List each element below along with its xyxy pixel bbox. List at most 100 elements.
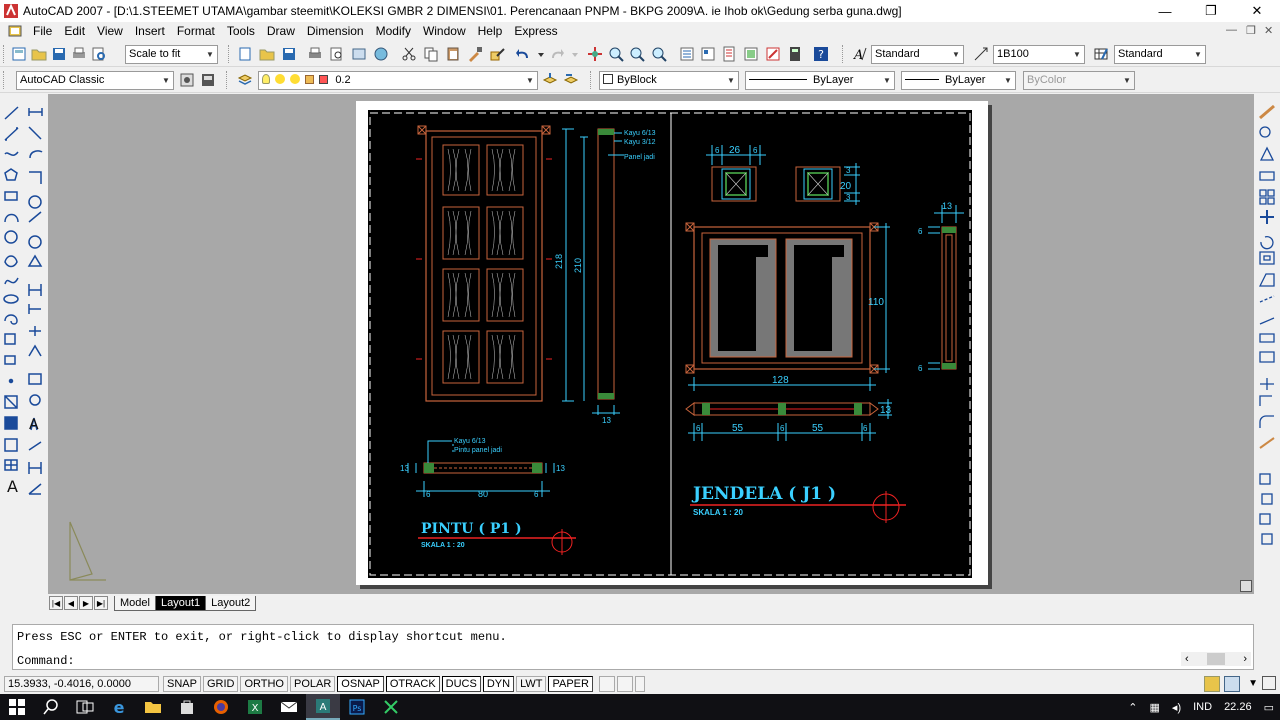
zoom-realtime-icon[interactable] (607, 45, 625, 63)
hatch-icon[interactable] (4, 395, 18, 409)
properties-icon[interactable] (678, 45, 696, 63)
zoom-previous-icon[interactable] (650, 45, 668, 63)
menu-modify[interactable]: Modify (370, 22, 417, 40)
ordinate-dimension-icon[interactable] (29, 171, 42, 184)
scale-icon[interactable] (1259, 251, 1275, 265)
quick-leader-icon[interactable] (28, 344, 42, 357)
tolerance-icon[interactable] (28, 373, 42, 385)
bring-above-icon[interactable] (1261, 533, 1273, 545)
open-folder-icon[interactable] (258, 45, 276, 63)
layer-previous-icon[interactable] (562, 71, 580, 89)
revision-cloud-icon[interactable] (4, 255, 18, 268)
pan-icon[interactable] (586, 45, 604, 63)
dimension-update-icon[interactable] (28, 462, 42, 474)
firefox-icon[interactable] (204, 694, 238, 720)
menu-express[interactable]: Express (508, 22, 563, 40)
lwt-toggle[interactable]: LWT (516, 676, 547, 692)
qnew-icon[interactable] (10, 45, 28, 63)
quickcalc-icon[interactable] (786, 45, 804, 63)
snap-toggle[interactable]: SNAP (163, 676, 201, 692)
toolbar-grip[interactable] (226, 71, 229, 89)
toolbar-grip[interactable] (228, 45, 231, 63)
drawing-canvas[interactable]: 218 210 13 Kayu 6/13 Kayu 3/12 Panel jad… (48, 94, 1254, 594)
ortho-toggle[interactable]: ORTHO (240, 676, 288, 692)
cut-icon[interactable] (400, 45, 418, 63)
fillet-icon[interactable] (1259, 415, 1274, 428)
toolbar-grip[interactable] (590, 71, 593, 89)
sheet-set-manager-icon[interactable] (742, 45, 760, 63)
zoom-scale-select[interactable]: Scale to fit ▼ (125, 45, 218, 64)
menu-file[interactable]: File (27, 22, 58, 40)
region-icon[interactable] (4, 438, 18, 452)
markup-set-icon[interactable] (764, 45, 782, 63)
3d-dwf-icon[interactable] (372, 45, 390, 63)
redo-icon[interactable] (548, 45, 566, 63)
doc-close-icon[interactable]: ✕ (1264, 24, 1273, 37)
clean-screen-icon[interactable] (1262, 676, 1276, 690)
erase-icon[interactable] (1259, 104, 1275, 120)
quick-dimension-icon[interactable] (28, 284, 42, 296)
scroll-thumb[interactable] (1207, 653, 1225, 665)
draw-order-icon[interactable] (1259, 473, 1271, 485)
store-icon[interactable] (170, 694, 204, 720)
workspace-save-icon[interactable] (199, 71, 217, 89)
toolbar-grip[interactable] (3, 45, 6, 63)
toolbar-grip[interactable] (3, 71, 6, 89)
ducs-toggle[interactable]: DUCS (441, 676, 481, 692)
menu-draw[interactable]: Draw (261, 22, 301, 40)
menu-window[interactable]: Window (417, 22, 472, 40)
save-icon[interactable] (50, 45, 68, 63)
spline-icon[interactable] (4, 277, 19, 285)
keyboard-language[interactable]: IND (1193, 701, 1212, 713)
angular-dimension-icon[interactable] (27, 254, 43, 267)
new-icon[interactable] (236, 45, 254, 63)
redo-dropdown-icon[interactable] (566, 45, 584, 63)
paper-toggle[interactable]: PAPER (548, 676, 593, 692)
polar-toggle[interactable]: POLAR (290, 676, 336, 692)
status-menu-icon[interactable]: ▼ (1248, 678, 1258, 689)
match-properties-icon[interactable] (466, 45, 484, 63)
mail-icon[interactable] (272, 694, 306, 720)
menu-tools[interactable]: Tools (221, 22, 261, 40)
linetype-select[interactable]: ByLayer ▼ (745, 71, 895, 90)
layer-select[interactable]: 0.2 ▼ (258, 71, 538, 90)
viewport-scale-icon[interactable] (616, 676, 633, 692)
ellipse-arc-icon[interactable] (4, 314, 18, 325)
paste-icon[interactable] (444, 45, 462, 63)
copy-icon[interactable] (422, 45, 440, 63)
publish-icon[interactable] (350, 45, 368, 63)
offset-icon[interactable] (1259, 171, 1275, 181)
network-icon[interactable]: ▦ (1150, 701, 1160, 714)
point-icon[interactable] (8, 378, 14, 384)
radius-dimension-icon[interactable] (28, 195, 42, 209)
volume-icon[interactable]: ◂) (1172, 701, 1181, 714)
arc-icon[interactable] (4, 213, 19, 223)
workspace-settings-icon[interactable] (178, 71, 196, 89)
dimension-style-icon[interactable] (972, 45, 990, 63)
ellipse-icon[interactable] (3, 294, 19, 304)
menu-edit[interactable]: Edit (58, 22, 91, 40)
break-at-point-icon[interactable] (1259, 333, 1275, 343)
menu-view[interactable]: View (91, 22, 129, 40)
jogged-dimension-icon[interactable] (28, 211, 42, 223)
toolbar-lock-icon[interactable] (1224, 676, 1240, 692)
rotate-icon[interactable] (1260, 236, 1274, 250)
diameter-dimension-icon[interactable] (28, 235, 42, 249)
close-button[interactable]: ✕ (1234, 0, 1280, 22)
otrack-toggle[interactable]: OTRACK (385, 676, 440, 692)
line-icon[interactable] (4, 106, 19, 120)
array-icon[interactable] (1259, 189, 1275, 205)
status-arrow-icon[interactable] (634, 676, 645, 692)
rectangle-icon[interactable] (4, 191, 18, 201)
photoshop-icon[interactable]: Ps (340, 694, 374, 720)
design-center-icon[interactable] (699, 45, 717, 63)
lineweight-select[interactable]: ByLayer ▼ (901, 71, 1016, 90)
make-block-icon[interactable] (4, 355, 16, 365)
tray-up-icon[interactable]: ⌃ (1128, 701, 1137, 714)
table-style-select[interactable]: Standard ▼ (1114, 45, 1206, 64)
print-icon[interactable] (306, 45, 324, 63)
minimize-button[interactable]: — (1142, 0, 1188, 22)
task-view-icon[interactable] (68, 694, 102, 720)
document-icon[interactable] (8, 24, 24, 38)
copy-object-icon[interactable] (1259, 126, 1271, 138)
